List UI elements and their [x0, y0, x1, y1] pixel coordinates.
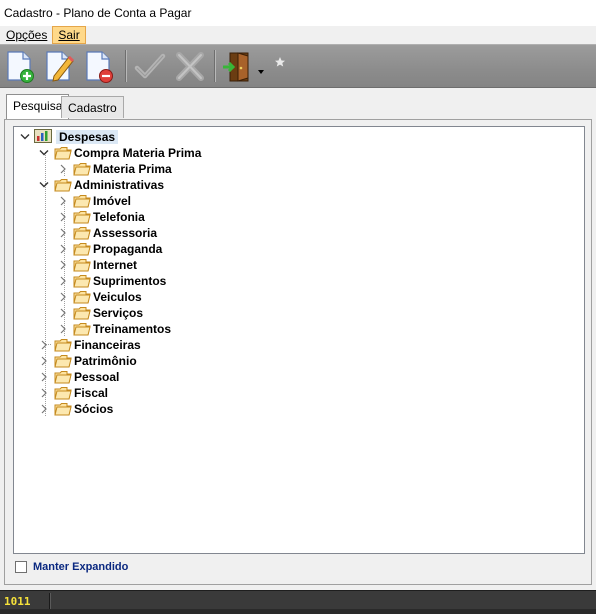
- tree-node-root[interactable]: Despesas: [18, 128, 119, 146]
- folder-icon: [73, 258, 91, 272]
- tree-node-label: Telefonia: [93, 210, 145, 224]
- tree-node-label: Sócios: [74, 402, 114, 416]
- tree-node-socios[interactable]: Sócios: [37, 401, 113, 417]
- new-document-icon[interactable]: [5, 50, 37, 84]
- folder-icon: [54, 178, 72, 192]
- tree-node-label: Compra Materia Prima: [74, 146, 202, 160]
- tree-node-patrimonio[interactable]: Patrimônio: [37, 353, 137, 369]
- tab-cadastro[interactable]: Cadastro: [61, 96, 124, 118]
- tree-node-label: Suprimentos: [93, 274, 167, 288]
- keep-expanded-option[interactable]: Manter Expandido: [15, 561, 128, 573]
- tree-node-label: Despesas: [56, 130, 119, 144]
- folder-icon: [73, 274, 91, 288]
- tree-node-label: Materia Prima: [93, 162, 172, 176]
- tree-node-internet[interactable]: Internet: [56, 257, 137, 273]
- tree-node-veiculos[interactable]: Veiculos: [56, 289, 142, 305]
- folder-icon: [54, 370, 72, 384]
- expand-arrow-icon[interactable]: [56, 289, 70, 305]
- tree-node-label: Propaganda: [93, 242, 163, 256]
- collapse-arrow-icon[interactable]: [18, 129, 32, 145]
- star-icon[interactable]: [273, 50, 287, 84]
- status-bar: 1011: [0, 590, 596, 614]
- folder-icon: [54, 338, 72, 352]
- expand-arrow-icon[interactable]: [56, 321, 70, 337]
- search-panel: Despesas Compra Materia Prima Materia Pr…: [4, 119, 592, 585]
- expand-arrow-icon[interactable]: [37, 385, 51, 401]
- collapse-arrow-icon[interactable]: [37, 177, 51, 193]
- menu-bar: Opções Sair: [0, 26, 596, 44]
- expand-arrow-icon[interactable]: [56, 225, 70, 241]
- expand-arrow-icon[interactable]: [37, 337, 51, 353]
- tree-node-label: Treinamentos: [93, 322, 172, 336]
- folder-icon: [73, 210, 91, 224]
- confirm-check-icon[interactable]: [134, 50, 166, 84]
- tree-node-materia-prima[interactable]: Materia Prima: [56, 161, 172, 177]
- folder-icon: [73, 242, 91, 256]
- tree-node-label: Fiscal: [74, 386, 109, 400]
- menu-opcoes[interactable]: Opções: [1, 26, 52, 44]
- tree-node-pessoal[interactable]: Pessoal: [37, 369, 119, 385]
- edit-document-icon[interactable]: [44, 50, 76, 84]
- expand-arrow-icon[interactable]: [56, 273, 70, 289]
- status-strip: [0, 609, 596, 614]
- expand-arrow-icon[interactable]: [56, 193, 70, 209]
- folder-icon: [54, 146, 72, 160]
- tree-node-assessoria[interactable]: Assessoria: [56, 225, 157, 241]
- folder-icon: [54, 402, 72, 416]
- exit-door-icon[interactable]: [222, 50, 254, 84]
- tree-node-telefonia[interactable]: Telefonia: [56, 209, 145, 225]
- tree-node-label: Veiculos: [93, 290, 142, 304]
- expand-arrow-icon[interactable]: [56, 209, 70, 225]
- keep-expanded-label: Manter Expandido: [33, 561, 129, 573]
- tree-node-label: Administrativas: [74, 178, 165, 192]
- tree-node-propaganda[interactable]: Propaganda: [56, 241, 162, 257]
- folder-icon: [54, 354, 72, 368]
- tree-node-label: Internet: [93, 258, 138, 272]
- toolbar-separator: [214, 50, 216, 82]
- tree-node-label: Assessoria: [93, 226, 158, 240]
- tree-node-fiscal[interactable]: Fiscal: [37, 385, 108, 401]
- folder-icon: [73, 322, 91, 336]
- collapse-arrow-icon[interactable]: [37, 145, 51, 161]
- tab-strip: Pesquisa Cadastro: [0, 88, 596, 120]
- folder-icon: [73, 194, 91, 208]
- tree-node-imovel[interactable]: Imóvel: [56, 193, 131, 209]
- tree-node-label: Serviços: [93, 306, 144, 320]
- menu-sair[interactable]: Sair: [52, 26, 86, 44]
- expand-arrow-icon[interactable]: [56, 257, 70, 273]
- toolbar-separator: [125, 50, 127, 82]
- expand-arrow-icon[interactable]: [56, 241, 70, 257]
- tree-node-treinamentos[interactable]: Treinamentos: [56, 321, 171, 337]
- expand-arrow-icon[interactable]: [56, 161, 70, 177]
- tree-node-label: Pessoal: [74, 370, 120, 384]
- expand-arrow-icon[interactable]: [56, 305, 70, 321]
- expand-arrow-icon[interactable]: [37, 353, 51, 369]
- folder-icon: [54, 386, 72, 400]
- folder-icon: [73, 306, 91, 320]
- tree-node-label: Imóvel: [93, 194, 132, 208]
- tree-node-suprimentos[interactable]: Suprimentos: [56, 273, 166, 289]
- cancel-x-icon[interactable]: [174, 50, 206, 84]
- account-tree[interactable]: Despesas Compra Materia Prima Materia Pr…: [13, 126, 585, 554]
- tree-node-servicos[interactable]: Serviços: [56, 305, 143, 321]
- tree-node-label: Financeiras: [74, 338, 141, 352]
- chart-folder-icon: [34, 128, 52, 146]
- folder-icon: [73, 226, 91, 240]
- tree-node-financeiras[interactable]: Financeiras: [37, 337, 141, 353]
- window-title: Cadastro - Plano de Conta a Pagar: [0, 0, 596, 26]
- status-code: 1011: [4, 595, 31, 608]
- tree-node-administrativas[interactable]: Administrativas: [37, 177, 164, 193]
- expand-arrow-icon[interactable]: [37, 369, 51, 385]
- expand-arrow-icon[interactable]: [37, 401, 51, 417]
- tab-pesquisa[interactable]: Pesquisa: [6, 94, 70, 120]
- delete-document-icon[interactable]: [84, 50, 116, 84]
- keep-expanded-checkbox[interactable]: [15, 561, 27, 573]
- dropdown-arrow-icon[interactable]: [255, 50, 267, 84]
- toolbar: [0, 44, 596, 88]
- tree-node-compra[interactable]: Compra Materia Prima: [37, 145, 201, 161]
- folder-icon: [73, 162, 91, 176]
- tree-node-label: Patrimônio: [74, 354, 137, 368]
- folder-icon: [73, 290, 91, 304]
